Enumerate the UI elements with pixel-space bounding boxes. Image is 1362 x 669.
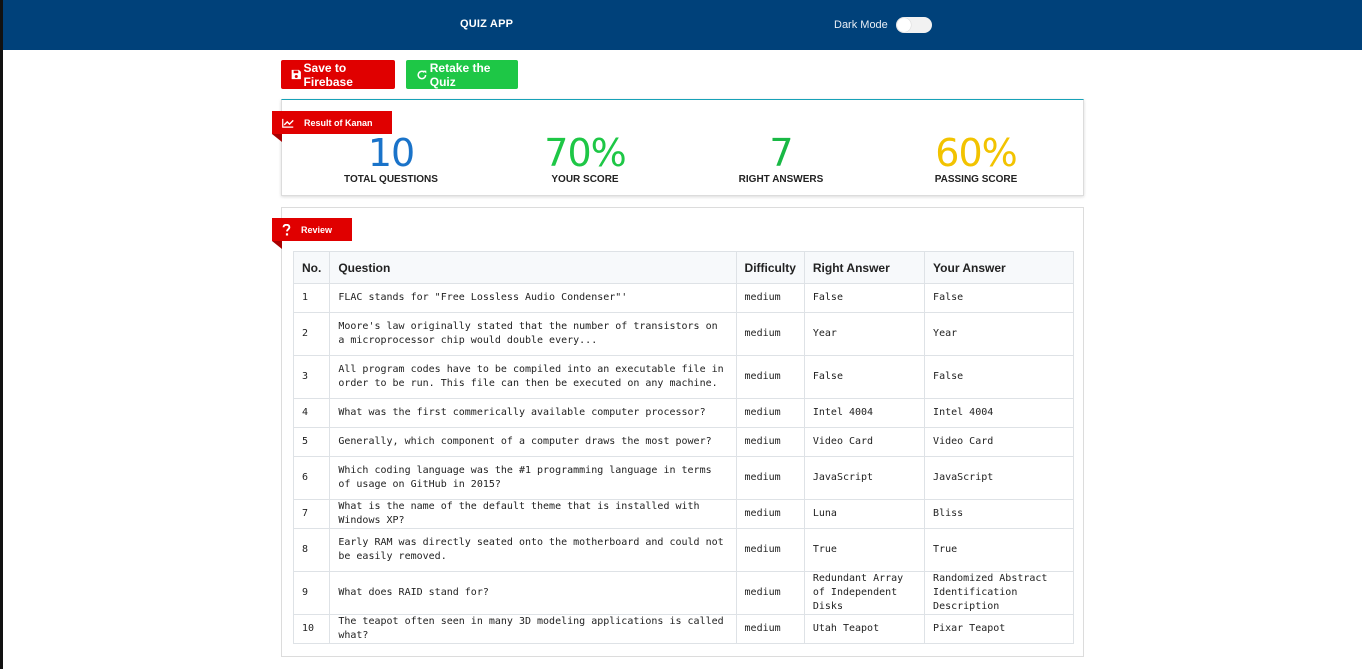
cell-difficulty: medium [735,499,805,529]
table-row: 5 Generally, which component of a comput… [292,427,1074,457]
cell-difficulty: medium [735,312,805,356]
cell-right-answer: Redundant Array of Independent Disks [803,571,926,615]
cell-right-answer: False [803,283,926,313]
table-row: 1 FLAC stands for "Free Lossless Audio C… [292,283,1074,313]
cell-right-answer: Luna [803,499,926,529]
cell-no: 1 [292,283,331,313]
table-header-row: No. Question Difficulty Right Answer You… [292,251,1074,284]
refresh-icon [417,70,427,79]
cell-difficulty: medium [735,355,805,399]
table-row: 2 Moore's law originally stated that the… [292,312,1074,356]
table-row: 10 The teapot often seen in many 3D mode… [292,614,1074,644]
cell-question: FLAC stands for "Free Lossless Audio Con… [329,283,737,313]
cell-no: 3 [292,355,331,399]
cell-question: Moore's law originally stated that the n… [329,312,737,356]
toggle-knob [897,18,911,32]
table-row: 3 All program codes have to be compiled … [292,355,1074,399]
cell-question: The teapot often seen in many 3D modelin… [329,614,737,644]
result-title: Result of Kanan [304,117,373,128]
cell-right-answer: Utah Teapot [803,614,926,644]
floppy-disk-icon [291,69,301,80]
table-row: 8 Early RAM was directly seated onto the… [292,528,1074,572]
cell-question: Early RAM was directly seated onto the m… [329,528,737,572]
table-row: 7 What is the name of the default theme … [292,499,1074,529]
review-title: Review [301,224,333,235]
question-mark-icon [282,223,291,235]
column-header-no: No. [292,251,331,284]
stat-right-answers: 7 RIGHT ANSWERS [691,133,871,185]
stat-value: 10 [367,131,415,175]
cell-no: 2 [292,312,331,356]
stat-value: 7 [769,131,793,175]
cell-difficulty: medium [735,427,805,457]
cell-difficulty: medium [735,571,805,615]
cell-your-answer: Intel 4004 [924,398,1074,428]
cell-question: What was the first commerically availabl… [329,398,737,428]
review-table: No. Question Difficulty Right Answer You… [292,251,1074,644]
cell-question: What does RAID stand for? [329,571,737,615]
stat-total-questions: 10 TOTAL QUESTIONS [301,133,481,185]
navbar: QUIZ APP Dark Mode [3,0,1362,50]
stat-label: PASSING SCORE [934,174,1018,185]
cell-right-answer: JavaScript [803,456,926,500]
line-chart-icon [282,118,294,128]
retake-button-label: Retake the Quiz [429,60,491,89]
table-row: 6 Which coding language was the #1 progr… [292,456,1074,500]
cell-your-answer: Video Card [924,427,1074,457]
stat-value: 70% [544,131,626,175]
cell-your-answer: Year [924,312,1074,356]
dark-mode-toggle[interactable] [896,17,932,33]
cell-no: 4 [292,398,331,428]
cell-right-answer: True [803,528,926,572]
cell-your-answer: False [924,355,1074,399]
column-header-right-answer: Right Answer [803,251,926,284]
result-card: Result of Kanan 10 TOTAL QUESTIONS 70% Y… [272,99,1084,196]
cell-right-answer: Intel 4004 [803,398,926,428]
cell-right-answer: Video Card [803,427,926,457]
window-edge [0,0,3,669]
stat-label: TOTAL QUESTIONS [344,174,438,185]
review-ribbon: Review [272,218,352,249]
table-row: 9 What does RAID stand for? medium Redun… [292,571,1074,615]
cell-your-answer: True [924,528,1074,572]
column-header-your-answer: Your Answer [924,251,1074,284]
cell-difficulty: medium [735,456,805,500]
app-title[interactable]: QUIZ APP [460,18,513,30]
cell-difficulty: medium [735,398,805,428]
stat-value: 60% [935,131,1017,175]
cell-no: 5 [292,427,331,457]
stat-passing-score: 60% PASSING SCORE [886,133,1066,185]
review-card: Review No. Question Difficulty Right Ans… [272,207,1084,657]
cell-difficulty: medium [735,614,805,644]
column-header-question: Question [329,251,737,284]
cell-your-answer: Bliss [924,499,1074,529]
cell-right-answer: False [803,355,926,399]
cell-difficulty: medium [735,283,805,313]
cell-difficulty: medium [735,528,805,572]
save-button-label: Save to Firebase [303,60,353,89]
cell-no: 8 [292,528,331,572]
cell-no: 10 [292,614,331,644]
stat-label: RIGHT ANSWERS [738,174,824,185]
cell-question: All program codes have to be compiled in… [329,355,737,399]
cell-your-answer: False [924,283,1074,313]
cell-no: 9 [292,571,331,615]
cell-your-answer: JavaScript [924,456,1074,500]
retake-quiz-button[interactable]: Retake the Quiz [406,60,518,89]
cell-right-answer: Year [803,312,926,356]
stat-label: YOUR SCORE [551,174,619,185]
save-to-firebase-button[interactable]: Save to Firebase [281,60,395,89]
stat-your-score: 70% YOUR SCORE [495,133,675,185]
cell-your-answer: Pixar Teapot [924,614,1074,644]
cell-no: 6 [292,456,331,500]
dark-mode-label: Dark Mode [834,19,888,31]
column-header-difficulty: Difficulty [735,251,805,284]
table-row: 4 What was the first commerically availa… [292,398,1074,428]
cell-your-answer: Randomized Abstract Identification Descr… [924,571,1074,615]
cell-question: What is the name of the default theme th… [329,499,737,529]
cell-question: Which coding language was the #1 program… [329,456,737,500]
cell-question: Generally, which component of a computer… [329,427,737,457]
cell-no: 7 [292,499,331,529]
